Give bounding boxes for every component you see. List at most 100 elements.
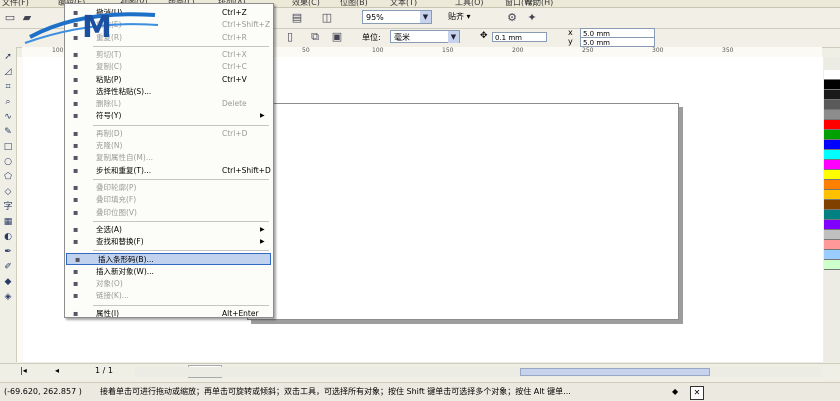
menu-item[interactable]: ▪ 全选(A) ▶ xyxy=(65,224,271,236)
menu-item-icon: ▪ xyxy=(73,62,79,72)
color-swatch[interactable] xyxy=(824,90,840,100)
color-swatch[interactable] xyxy=(824,210,840,220)
menu-item-shortcut: Ctrl+Shift+Z xyxy=(222,20,271,30)
snap-button[interactable]: 贴齐 ▾ xyxy=(445,10,485,24)
eyedropper-icon[interactable]: ✒ xyxy=(2,247,14,258)
duplicate-x-icon: x xyxy=(568,28,573,37)
corel-tools-icon[interactable]: ✦ xyxy=(525,11,539,25)
shape-tool-icon[interactable]: ◿ xyxy=(2,67,14,78)
color-swatch[interactable] xyxy=(824,180,840,190)
interactive-blend-icon[interactable]: ◐ xyxy=(2,232,14,243)
menu-bitmaps[interactable]: 位图(B) xyxy=(340,0,368,7)
menu-item-icon: ▪ xyxy=(73,153,79,163)
menu-item[interactable]: ▪ 粘贴(P) Ctrl+V xyxy=(65,74,271,86)
color-swatch[interactable] xyxy=(824,120,840,130)
menu-help[interactable]: 帮助(H) xyxy=(525,0,553,7)
color-swatch[interactable] xyxy=(824,230,840,240)
color-swatch[interactable] xyxy=(824,160,840,170)
fill-indicator-icon: ◆ xyxy=(672,387,679,396)
menu-item-icon: ▪ xyxy=(73,266,79,276)
menu-separator xyxy=(93,178,269,180)
menu-tools[interactable]: 工具(O) xyxy=(455,0,484,7)
pick-tool-icon[interactable]: ➚ xyxy=(2,52,14,63)
nudge-icon: ✥ xyxy=(480,31,488,41)
menu-item-icon: ▪ xyxy=(73,141,79,150)
color-swatch[interactable] xyxy=(824,150,840,160)
color-swatch[interactable] xyxy=(824,140,840,150)
options-icon[interactable]: ⚙ xyxy=(505,11,519,25)
color-swatch[interactable] xyxy=(824,130,840,140)
color-palette xyxy=(824,70,840,270)
menu-text[interactable]: 文本(T) xyxy=(390,0,417,7)
unit-combo[interactable]: 毫米 ▼ xyxy=(390,30,460,43)
color-swatch[interactable] xyxy=(824,260,840,270)
horizontal-scroll-thumb[interactable] xyxy=(520,368,710,376)
outline-pen-icon[interactable]: ✐ xyxy=(2,262,14,273)
menu-item-icon: ▪ xyxy=(73,74,79,84)
menu-item[interactable]: ▪ 属性(I) Alt+Enter xyxy=(65,308,271,320)
color-swatch[interactable] xyxy=(824,70,840,80)
table-tool-icon[interactable]: ▦ xyxy=(2,217,14,228)
prev-page-icon[interactable]: ◂ xyxy=(55,366,59,375)
menu-item-icon: ▪ xyxy=(73,237,79,247)
ruler-label: 50 xyxy=(302,47,310,54)
text-tool-icon[interactable]: 字 xyxy=(2,202,14,213)
chevron-down-icon[interactable]: ▼ xyxy=(448,31,459,43)
fill-tool-icon[interactable]: ◆ xyxy=(2,277,14,288)
menu-item[interactable]: ▪ 插入新对象(W)... xyxy=(65,266,271,278)
zoom-combo[interactable]: 95% ▼ xyxy=(362,10,432,24)
color-swatch[interactable] xyxy=(824,250,840,260)
menu-item-label: 剪切(T) xyxy=(96,49,122,59)
all-pages-icon[interactable]: ⧉ xyxy=(308,30,322,44)
menu-item[interactable]: ▪ 选择性粘贴(S)... xyxy=(65,86,271,98)
crop-tool-icon[interactable]: ⌗ xyxy=(2,82,14,93)
basic-shapes-icon[interactable]: ◇ xyxy=(2,187,14,198)
polygon-tool-icon[interactable]: ⬠ xyxy=(2,172,14,183)
color-swatch[interactable] xyxy=(824,200,840,210)
menu-item: ▪ 对象(O) xyxy=(65,278,271,290)
zoom-tool-icon[interactable]: ⌕ xyxy=(2,97,14,108)
color-swatch[interactable] xyxy=(824,110,840,120)
print-icon[interactable]: ▤ xyxy=(290,11,304,25)
cursor-coordinates: (-69.620, 262.857 ) xyxy=(4,387,82,396)
launcher-icon[interactable]: ◫ xyxy=(320,11,334,25)
first-page-icon[interactable]: |◂ xyxy=(20,366,27,375)
current-page-icon[interactable]: ▣ xyxy=(330,30,344,44)
color-swatch[interactable] xyxy=(824,240,840,250)
interactive-fill-icon[interactable]: ◈ xyxy=(2,292,14,303)
menu-item-shortcut: Delete xyxy=(222,99,247,109)
menu-item[interactable]: ▪ 步长和重复(T)... Ctrl+Shift+D xyxy=(65,165,271,177)
document-page[interactable] xyxy=(247,103,679,320)
menu-item-icon: ▪ xyxy=(73,49,79,59)
color-swatch[interactable] xyxy=(824,100,840,110)
color-swatch[interactable] xyxy=(824,220,840,230)
nudge-input[interactable]: 0.1 mm xyxy=(492,32,547,42)
portrait-icon[interactable]: ▯ xyxy=(283,30,297,44)
menu-item: ▪ 叠印位图(V) xyxy=(65,207,271,219)
chevron-down-icon[interactable]: ▼ xyxy=(420,11,431,23)
menu-effects[interactable]: 效果(C) xyxy=(292,0,320,7)
horizontal-scrollbar[interactable] xyxy=(135,367,822,377)
menu-item-label: 全选(A) xyxy=(96,224,122,234)
color-swatch[interactable] xyxy=(824,80,840,90)
color-swatch[interactable] xyxy=(824,170,840,180)
menu-item-label: 插入新对象(W)... xyxy=(96,266,154,276)
rectangle-tool-icon[interactable]: □ xyxy=(2,142,14,153)
menu-item[interactable]: ▪ 符号(Y) ▶ xyxy=(65,110,271,122)
menu-item-icon: ▪ xyxy=(73,182,79,192)
ellipse-tool-icon[interactable]: ○ xyxy=(2,157,14,168)
menu-item-label: 步长和重复(T)... xyxy=(96,165,152,175)
duplicate-y-input[interactable]: 5.0 mm xyxy=(580,37,655,47)
svg-text:M: M xyxy=(82,10,112,45)
menu-item-label: 叠印轮廓(P) xyxy=(96,182,137,192)
menu-item[interactable]: ▪ 插入条形码(B)... xyxy=(66,253,271,266)
color-swatch[interactable] xyxy=(824,190,840,200)
menu-separator xyxy=(93,124,269,126)
menu-item[interactable]: ▪ 查找和替换(F) ▶ xyxy=(65,236,271,248)
menu-item-label: 克隆(N) xyxy=(96,141,123,150)
ruler-label: 200 xyxy=(512,47,524,54)
menu-item-icon: ▪ xyxy=(73,86,79,96)
freehand-tool-icon[interactable]: ∿ xyxy=(2,112,14,123)
smart-fill-icon[interactable]: ✎ xyxy=(2,127,14,138)
new-document-icon[interactable]: ▭ xyxy=(3,11,17,25)
